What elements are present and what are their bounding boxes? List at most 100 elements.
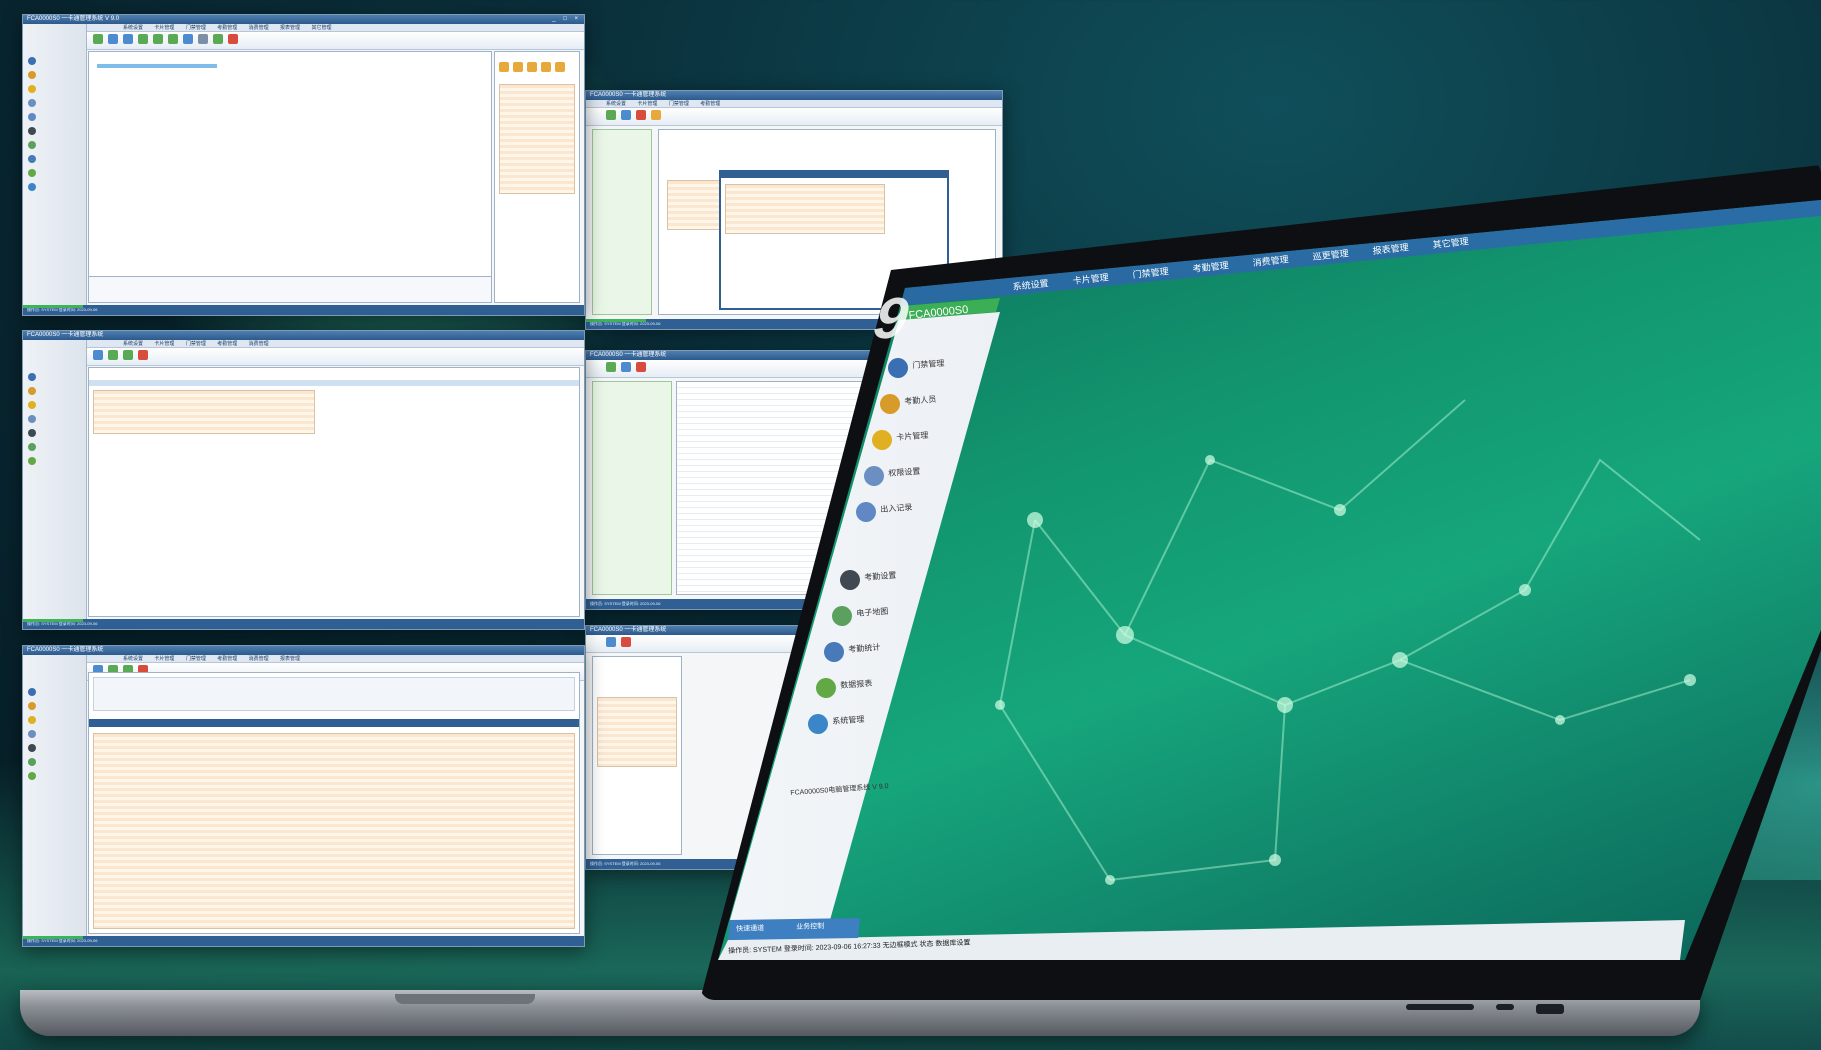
sidebar-item[interactable] bbox=[23, 755, 86, 769]
menu-item[interactable]: 系统设置 bbox=[123, 341, 143, 347]
toolbar[interactable] bbox=[23, 32, 584, 50]
menu-item[interactable]: 系统设置 bbox=[606, 101, 626, 107]
app-window-main[interactable]: FCA0000S0 一卡通管理系统 V 9.0 _ □ × 系统设置 卡片管理 门… bbox=[22, 14, 585, 316]
tab-quick-access[interactable]: 快速通道 bbox=[736, 923, 764, 934]
toolbar-export-icon[interactable] bbox=[621, 637, 631, 647]
data-grid[interactable] bbox=[499, 84, 575, 194]
sidebar-item[interactable] bbox=[23, 440, 86, 454]
app-window-reports[interactable]: FCA0000S0 一卡通管理系统 系统设置 卡片管理 门禁管理 考勤管理 消费… bbox=[22, 330, 585, 630]
toolbar-delete-icon[interactable] bbox=[636, 110, 646, 120]
sidebar-item[interactable] bbox=[23, 412, 86, 426]
menu-item[interactable]: 卡片管理 bbox=[637, 101, 657, 107]
toolbar-add-icon[interactable] bbox=[93, 34, 103, 44]
sidebar[interactable] bbox=[23, 340, 87, 619]
sidebar[interactable] bbox=[23, 24, 87, 305]
sidebar-item-door[interactable]: 门禁管理 bbox=[912, 358, 945, 371]
menu-bar[interactable]: 系统设置 卡片管理 门禁管理 考勤管理 消费管理 报表管理 bbox=[23, 655, 584, 663]
toolbar-user-icon[interactable] bbox=[198, 34, 208, 44]
data-grid[interactable] bbox=[93, 733, 575, 929]
toolbar[interactable] bbox=[586, 108, 1002, 126]
sidebar-item[interactable] bbox=[23, 68, 86, 82]
coin-icon[interactable] bbox=[555, 62, 565, 72]
toolbar[interactable] bbox=[23, 348, 584, 366]
coin-icon[interactable] bbox=[541, 62, 551, 72]
toolbar-close-icon[interactable] bbox=[228, 34, 238, 44]
menu-item[interactable]: 考勤管理 bbox=[700, 101, 720, 107]
menu-item[interactable]: 门禁管理 bbox=[186, 25, 206, 31]
sidebar-item[interactable] bbox=[23, 741, 86, 755]
sidebar-item[interactable] bbox=[23, 384, 86, 398]
menu-bar[interactable]: 系统设置 卡片管理 门禁管理 考勤管理 bbox=[586, 100, 1002, 108]
coin-icon[interactable] bbox=[513, 62, 523, 72]
toolbar-edit-icon[interactable] bbox=[621, 110, 631, 120]
menu-item[interactable]: 门禁管理 bbox=[186, 341, 206, 347]
menu-item[interactable]: 门禁管理 bbox=[186, 656, 206, 662]
menu-item[interactable]: 消费管理 bbox=[249, 656, 269, 662]
menu-item[interactable]: 报表管理 bbox=[280, 25, 300, 31]
sidebar[interactable] bbox=[23, 655, 87, 936]
toolbar-add-icon[interactable] bbox=[606, 110, 616, 120]
toolbar-export-icon[interactable] bbox=[108, 350, 118, 360]
toolbar-delete-icon[interactable] bbox=[636, 362, 646, 372]
sidebar-item[interactable] bbox=[23, 110, 86, 124]
toolbar-download-icon[interactable] bbox=[168, 34, 178, 44]
toolbar-search-icon[interactable] bbox=[138, 34, 148, 44]
sidebar-item[interactable] bbox=[23, 713, 86, 727]
sidebar-item-record[interactable]: 出入记录 bbox=[880, 502, 913, 515]
menu-item[interactable]: 考勤管理 bbox=[217, 341, 237, 347]
menu-item[interactable]: 报表管理 bbox=[280, 656, 300, 662]
menu-bar[interactable]: 系统设置 卡片管理 门禁管理 考勤管理 消费管理 报表管理 其它管理 bbox=[23, 24, 584, 32]
sidebar-item-key[interactable]: 权限设置 bbox=[888, 466, 921, 479]
data-grid[interactable] bbox=[93, 390, 315, 434]
menu-item[interactable]: 系统设置 bbox=[123, 656, 143, 662]
selected-row[interactable] bbox=[97, 64, 217, 68]
toolbar-print-icon[interactable] bbox=[123, 350, 133, 360]
menu-item[interactable]: 消费管理 bbox=[249, 341, 269, 347]
toolbar-refresh-icon[interactable] bbox=[651, 110, 661, 120]
sidebar-item[interactable] bbox=[23, 138, 86, 152]
toolbar-refresh-icon[interactable] bbox=[123, 34, 133, 44]
coin-icon[interactable] bbox=[527, 62, 537, 72]
sidebar-item-report[interactable]: 数据报表 bbox=[840, 678, 873, 691]
toolbar-query-icon[interactable] bbox=[606, 637, 616, 647]
menu-item[interactable]: 门禁管理 bbox=[669, 101, 689, 107]
sidebar-item[interactable] bbox=[23, 124, 86, 138]
menu-item[interactable]: 卡片管理 bbox=[154, 341, 174, 347]
sidebar-item-settings[interactable]: 系统管理 bbox=[832, 714, 865, 727]
window-controls[interactable]: _ □ × bbox=[552, 15, 581, 24]
menu-item[interactable]: 考勤管理 bbox=[217, 656, 237, 662]
menu-bar[interactable]: 系统设置 卡片管理 门禁管理 考勤管理 消费管理 bbox=[23, 340, 584, 348]
toolbar-query-icon[interactable] bbox=[93, 350, 103, 360]
toolbar-settings-icon[interactable] bbox=[183, 34, 193, 44]
sidebar-item-chart[interactable]: 考勤统计 bbox=[848, 642, 881, 655]
toolbar-edit-icon[interactable] bbox=[108, 34, 118, 44]
toolbar-edit-icon[interactable] bbox=[621, 362, 631, 372]
sidebar-item[interactable] bbox=[23, 96, 86, 110]
tree-panel[interactable] bbox=[592, 129, 652, 315]
menu-item[interactable]: 考勤管理 bbox=[217, 25, 237, 31]
sidebar-item[interactable] bbox=[23, 769, 86, 783]
sidebar-item[interactable] bbox=[23, 685, 86, 699]
sidebar-item[interactable] bbox=[23, 398, 86, 412]
filter-panel[interactable] bbox=[93, 677, 575, 711]
coin-icon[interactable] bbox=[499, 62, 509, 72]
sidebar-item-people[interactable]: 考勤人员 bbox=[904, 394, 937, 407]
sidebar-item[interactable] bbox=[23, 454, 86, 468]
sidebar-item[interactable] bbox=[23, 426, 86, 440]
sidebar-item[interactable] bbox=[23, 699, 86, 713]
menu-item[interactable]: 消费管理 bbox=[249, 25, 269, 31]
sidebar-item[interactable] bbox=[23, 54, 86, 68]
toolbar-add-icon[interactable] bbox=[606, 362, 616, 372]
menu-item[interactable]: 系统设置 bbox=[123, 25, 143, 31]
sidebar-item[interactable] bbox=[23, 727, 86, 741]
tab-business-control[interactable]: 业务控制 bbox=[796, 921, 824, 932]
sidebar-item[interactable] bbox=[23, 82, 86, 96]
sidebar-item[interactable] bbox=[23, 180, 86, 194]
sidebar-item-camera[interactable]: 考勤设置 bbox=[864, 570, 897, 583]
sidebar-item[interactable] bbox=[23, 166, 86, 180]
sidebar-item[interactable] bbox=[23, 152, 86, 166]
toolbar-upload-icon[interactable] bbox=[153, 34, 163, 44]
tree-panel[interactable] bbox=[592, 381, 672, 595]
sidebar-item-map[interactable]: 电子地图 bbox=[856, 606, 889, 619]
toolbar-print-icon[interactable] bbox=[213, 34, 223, 44]
